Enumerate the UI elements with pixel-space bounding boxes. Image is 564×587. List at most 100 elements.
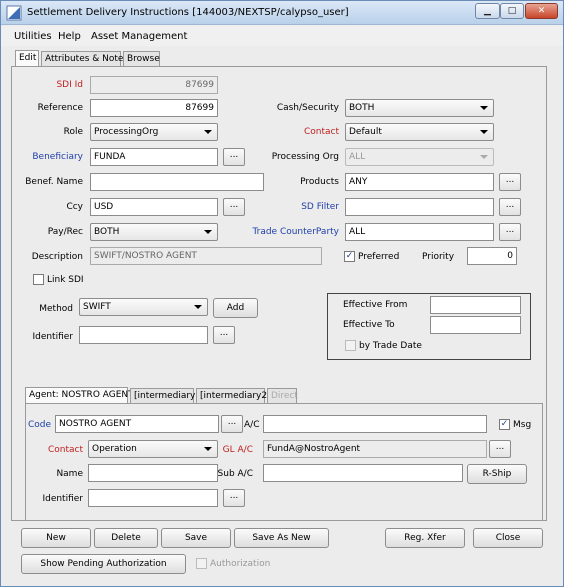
reference-field[interactable]: 87699 (90, 99, 218, 117)
trade-counterparty-field[interactable]: ALL (345, 223, 494, 241)
sd-filter-picker-button[interactable]: ... (499, 198, 521, 216)
ccy-picker-button[interactable]: ... (223, 198, 245, 216)
new-button[interactable]: New (21, 528, 91, 548)
processing-org-value: ALL (349, 152, 366, 162)
gl-ac-field: FundA@NostroAgent (263, 440, 487, 458)
contact-select[interactable]: Default (345, 123, 494, 141)
products-picker-button[interactable]: ... (499, 173, 521, 191)
identifier-label: Identifier (32, 332, 73, 342)
by-trade-date-checkbox[interactable] (345, 340, 356, 351)
sd-filter-field[interactable] (345, 198, 494, 216)
agent-code-field[interactable]: NOSTRO AGENT (55, 415, 219, 433)
chevron-down-icon (204, 230, 212, 234)
authorization-checkbox (196, 558, 207, 569)
tab-browse[interactable]: Browse (123, 51, 160, 67)
r-ship-button[interactable]: R-Ship (467, 464, 527, 484)
sd-filter-label[interactable]: SD Filter (301, 202, 339, 212)
reference-label: Reference (37, 103, 83, 113)
by-trade-date-label: by Trade Date (359, 341, 422, 351)
tab-intermediary[interactable]: [intermediary] (130, 388, 199, 404)
chevron-down-icon (204, 130, 212, 134)
sub-ac-field[interactable] (263, 464, 463, 482)
close-icon[interactable]: ✕ (525, 3, 558, 19)
effective-from-field[interactable] (430, 296, 521, 314)
preferred-checkbox[interactable]: ✓ (344, 251, 355, 262)
maximize-icon[interactable]: □ (500, 3, 524, 19)
chevron-down-icon (194, 305, 202, 309)
link-sdi-label: Link SDI (47, 275, 84, 285)
agent-identifier-picker-button[interactable]: ... (223, 489, 245, 507)
chevron-down-icon (480, 155, 488, 159)
minimize-icon[interactable]: ▁ (475, 3, 500, 19)
processing-org-label: Processing Org (271, 152, 339, 162)
save-button[interactable]: Save (161, 528, 231, 548)
app-icon (6, 5, 22, 21)
beneficiary-label[interactable]: Beneficiary (32, 152, 83, 162)
beneficiary-picker-button[interactable]: ... (223, 148, 245, 166)
gl-ac-picker-button[interactable]: ... (489, 440, 511, 458)
agent-code-label[interactable]: Code (28, 420, 51, 430)
save-as-new-button[interactable]: Save As New (234, 528, 329, 548)
menu-help[interactable]: Help (58, 31, 81, 42)
cash-security-select[interactable]: BOTH (345, 99, 494, 117)
products-field[interactable]: ANY (345, 173, 494, 191)
chevron-down-icon (480, 130, 488, 134)
method-select[interactable]: SWIFT (79, 298, 208, 316)
description-field: SWIFT/NOSTRO AGENT (90, 247, 322, 265)
tab-intermediary2[interactable]: [intermediary2] (196, 388, 271, 404)
effective-to-label: Effective To (343, 320, 395, 330)
tab-agent[interactable]: Agent: NOSTRO AGENT (25, 387, 134, 404)
products-label: Products (300, 177, 339, 187)
title-bar[interactable]: Settlement Delivery Instructions [144003… (1, 1, 563, 25)
tab-direct: Direct (267, 388, 298, 404)
menu-utilities[interactable]: Utilities (14, 31, 52, 42)
show-pending-authorization-button[interactable]: Show Pending Authorization (21, 554, 186, 574)
pay-rec-value: BOTH (94, 227, 120, 237)
agent-identifier-field[interactable] (88, 489, 218, 507)
role-value: ProcessingOrg (94, 127, 159, 137)
agent-contact-value: Operation (92, 444, 137, 454)
role-label: Role (63, 127, 83, 137)
add-button[interactable]: Add (213, 298, 258, 318)
preferred-label: Preferred (358, 252, 400, 262)
sdi-id-field: 87699 (90, 76, 218, 94)
agent-contact-select[interactable]: Operation (88, 440, 218, 458)
benef-name-field[interactable] (90, 173, 264, 191)
link-sdi-checkbox[interactable] (33, 274, 44, 285)
close-button[interactable]: Close (473, 528, 543, 548)
processing-org-select: ALL (345, 148, 494, 166)
gl-ac-label: GL A/C (222, 445, 253, 455)
tab-attributes-notes[interactable]: Attributes & Notes (41, 51, 128, 67)
pay-rec-select[interactable]: BOTH (90, 223, 218, 241)
reg-xfer-button[interactable]: Reg. Xfer (385, 528, 465, 548)
effective-to-field[interactable] (430, 316, 521, 334)
priority-label: Priority (422, 252, 455, 262)
method-value: SWIFT (83, 302, 111, 312)
cash-security-value: BOTH (349, 103, 375, 113)
trade-counterparty-label[interactable]: Trade CounterParty (252, 227, 339, 237)
msg-checkbox[interactable]: ✓ (499, 419, 510, 430)
chevron-down-icon (480, 106, 488, 110)
cash-security-label: Cash/Security (276, 103, 339, 113)
ccy-field[interactable]: USD (90, 198, 218, 216)
tab-edit[interactable]: Edit (15, 50, 39, 67)
identifier-picker-button[interactable]: ... (213, 326, 235, 344)
beneficiary-field[interactable]: FUNDA (90, 148, 218, 166)
benef-name-label: Benef. Name (25, 177, 83, 187)
priority-field[interactable]: 0 (467, 247, 517, 265)
sub-ac-label: Sub A/C (217, 469, 253, 479)
window-title: Settlement Delivery Instructions [144003… (27, 7, 349, 18)
menu-asset-management[interactable]: Asset Management (91, 31, 187, 42)
effective-from-label: Effective From (343, 300, 408, 310)
authorization-label: Authorization (210, 559, 271, 569)
menu-bar: Utilities Help Asset Management (1, 26, 563, 46)
pay-rec-label: Pay/Rec (47, 227, 83, 237)
role-select[interactable]: ProcessingOrg (90, 123, 218, 141)
agent-name-field[interactable] (88, 464, 218, 482)
identifier-field[interactable] (79, 326, 208, 344)
agent-ac-field[interactable] (263, 415, 487, 433)
agent-code-picker-button[interactable]: ... (221, 415, 243, 433)
trade-counterparty-picker-button[interactable]: ... (499, 223, 521, 241)
sdi-window: Settlement Delivery Instructions [144003… (0, 0, 564, 587)
delete-button[interactable]: Delete (94, 528, 158, 548)
